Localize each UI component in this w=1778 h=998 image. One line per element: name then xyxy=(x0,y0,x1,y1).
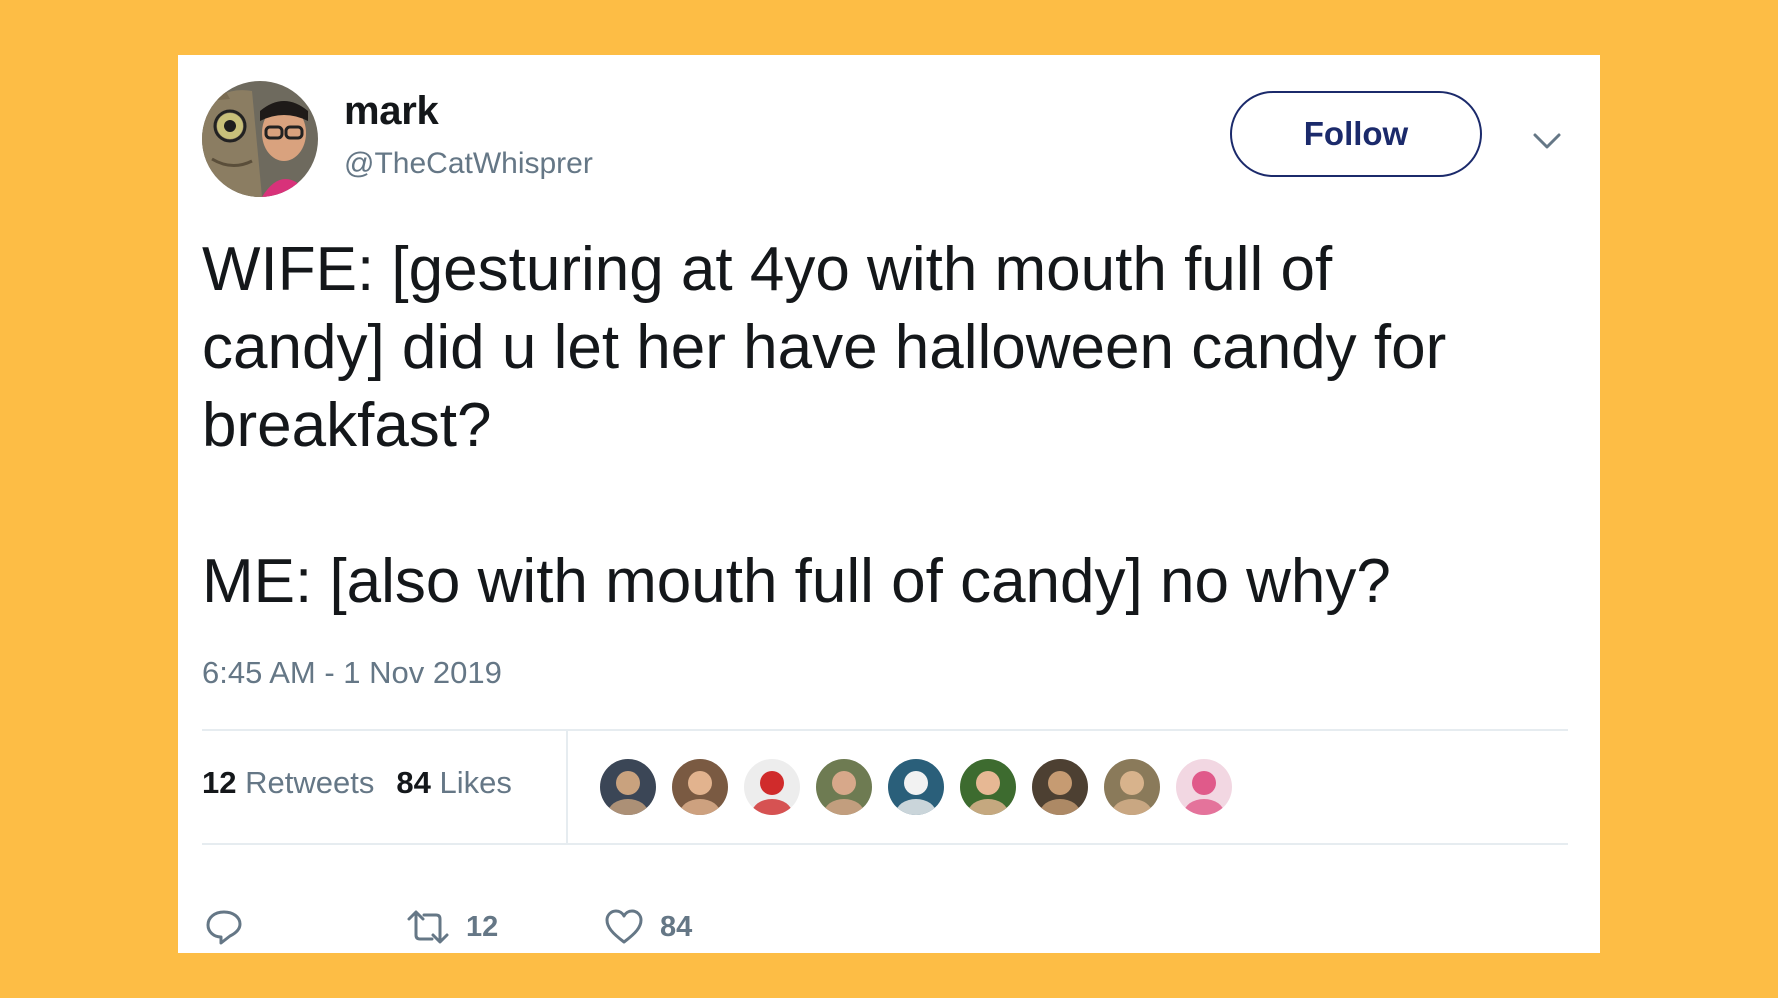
tweet-line: candy] did u let her have halloween cand… xyxy=(202,313,1447,382)
divider xyxy=(202,843,1568,845)
follow-button[interactable]: Follow xyxy=(1230,91,1482,177)
retweet-button[interactable]: 12 xyxy=(406,907,498,947)
chevron-down-icon[interactable] xyxy=(1532,131,1562,151)
retweets-count: 12 xyxy=(202,765,237,800)
likes-count: 84 xyxy=(396,765,431,800)
liker-avatar-7[interactable] xyxy=(1030,757,1090,817)
retweet-icon xyxy=(407,910,449,944)
tweet-line: breakfast? xyxy=(202,391,492,460)
tweet-line: ME: [also with mouth full of candy] no w… xyxy=(202,547,1391,616)
heart-icon xyxy=(605,909,643,944)
user-handle[interactable]: @TheCatWhisprer xyxy=(344,147,593,181)
liker-avatar-1[interactable] xyxy=(598,757,658,817)
tweet-line: WIFE: [gesturing at 4yo with mouth full … xyxy=(202,235,1333,304)
tweet-text: WIFE: [gesturing at 4yo with mouth full … xyxy=(202,231,1582,621)
tweet-stats: 12 Retweets 84 Likes xyxy=(202,765,512,801)
tweet-card: mark @TheCatWhisprer Follow WIFE: [gestu… xyxy=(178,55,1600,953)
likes-label: Likes xyxy=(439,765,512,800)
reply-icon xyxy=(206,910,242,945)
avatar[interactable] xyxy=(202,81,318,197)
retweets-label: Retweets xyxy=(245,765,375,800)
liker-avatar-2[interactable] xyxy=(670,757,730,817)
reply-button[interactable] xyxy=(204,907,244,947)
retweets-stat[interactable]: 12 Retweets xyxy=(202,765,374,801)
liker-avatar-5[interactable] xyxy=(886,757,946,817)
liker-avatar-6[interactable] xyxy=(958,757,1018,817)
divider xyxy=(202,729,1568,731)
user-name[interactable]: mark xyxy=(344,89,439,134)
retweet-count: 12 xyxy=(466,910,499,943)
liker-avatar-8[interactable] xyxy=(1102,757,1162,817)
like-count: 84 xyxy=(660,910,693,943)
liker-avatars xyxy=(598,757,1234,817)
liker-avatar-3[interactable] xyxy=(742,757,802,817)
stats-divider xyxy=(566,731,568,843)
like-button[interactable]: 84 xyxy=(604,907,692,947)
timestamp[interactable]: 6:45 AM - 1 Nov 2019 xyxy=(202,655,502,691)
liker-avatar-4[interactable] xyxy=(814,757,874,817)
likes-stat[interactable]: 84 Likes xyxy=(396,765,511,801)
liker-avatar-9[interactable] xyxy=(1174,757,1234,817)
